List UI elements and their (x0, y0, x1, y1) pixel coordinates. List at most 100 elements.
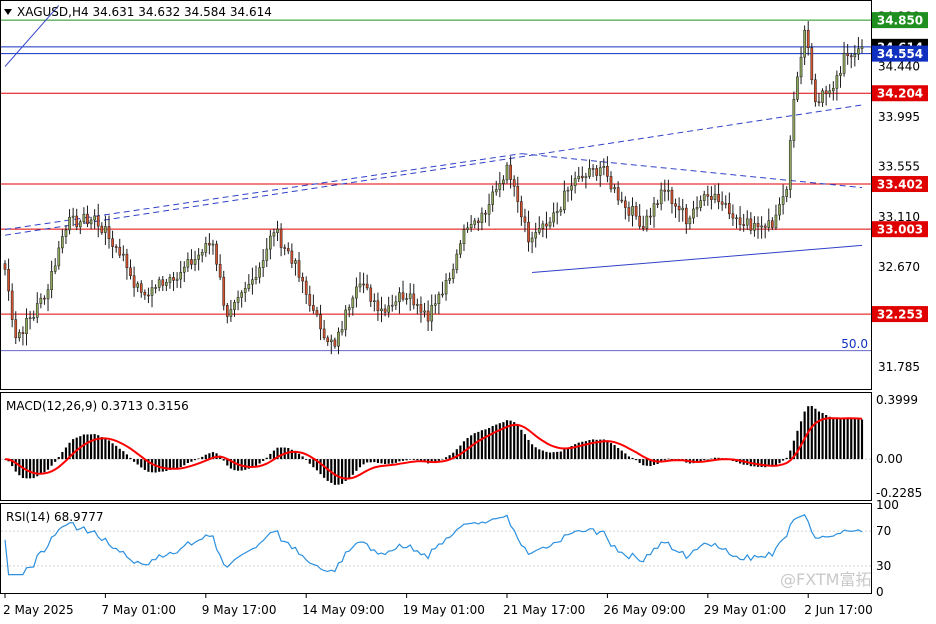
chart-canvas: 34.88034.44033.99533.55533.11032.67032.2… (0, 0, 928, 617)
candle (236, 290, 240, 311)
candle-body (355, 286, 358, 299)
macd-bar (850, 418, 853, 460)
candle (563, 180, 566, 214)
candle (251, 267, 254, 295)
candle-body (68, 216, 71, 231)
price-tick: 33.555 (878, 160, 920, 174)
candle (824, 85, 828, 106)
candle (362, 272, 365, 294)
candle (365, 274, 369, 291)
candle-body (294, 260, 297, 264)
candle-body (369, 287, 373, 302)
candle-body (7, 269, 10, 292)
macd-bar (82, 434, 85, 460)
macd-bar (348, 459, 351, 479)
candle (75, 208, 79, 231)
candle (512, 175, 516, 197)
macd-bar (480, 430, 483, 460)
candle (64, 225, 68, 245)
candle (606, 156, 609, 183)
candle (347, 304, 351, 318)
candle (494, 180, 498, 196)
candle (480, 207, 484, 231)
candle (373, 293, 376, 312)
candle-body (154, 287, 157, 289)
macd-bar (706, 459, 709, 460)
macd-bar (265, 457, 268, 460)
candle-body (172, 277, 175, 281)
candle-body (197, 254, 200, 260)
triangle-down-icon[interactable] (4, 9, 12, 15)
candle-body (297, 260, 301, 278)
candle-body (326, 337, 330, 343)
macd-bar (401, 459, 405, 461)
candle (39, 293, 43, 309)
candle-body (329, 339, 333, 343)
candle (197, 248, 200, 271)
candle (570, 175, 573, 201)
candle (200, 248, 204, 263)
macd-bar (853, 418, 856, 460)
candle (817, 93, 821, 107)
candle-body (380, 308, 383, 312)
candle-body (552, 212, 555, 223)
candle-body (484, 212, 487, 215)
candle-body (613, 187, 616, 190)
candle-body (416, 304, 419, 306)
candle-body (459, 243, 462, 255)
candle (3, 260, 7, 276)
candle-body (412, 293, 416, 306)
macd-tick: 0.3999 (876, 393, 918, 407)
candle-body (276, 228, 279, 233)
fib-label: 50.0 (841, 337, 868, 351)
candle-body (541, 223, 545, 229)
macd-bar (333, 459, 336, 485)
candle (433, 294, 437, 314)
candle (806, 21, 810, 56)
macd-bar (262, 459, 265, 461)
candle-body (477, 220, 480, 223)
macd-bar (631, 457, 634, 460)
macd-bar (545, 451, 548, 460)
watermark-logo: @FXTM富拓 (780, 570, 871, 589)
macd-bar (531, 444, 534, 460)
candle (774, 204, 778, 231)
candle-body (778, 204, 781, 216)
candle (584, 172, 588, 189)
candle (455, 249, 459, 274)
candle (821, 88, 824, 107)
candle (157, 276, 161, 292)
macd-bar (624, 453, 627, 460)
macd-bar (64, 447, 68, 460)
macd-bar (107, 440, 111, 460)
candle (702, 190, 706, 206)
macd-bar (111, 443, 114, 460)
candle (243, 281, 247, 302)
macd-bar (609, 443, 613, 460)
candle (451, 263, 455, 284)
candle-body (290, 250, 294, 264)
candle-body (315, 310, 319, 315)
macd-bar (233, 459, 236, 471)
candle (502, 175, 505, 191)
candle-body (677, 205, 681, 211)
candle-body (193, 259, 197, 265)
macd-bar (857, 419, 860, 460)
candle-body (301, 277, 304, 282)
candle-body (667, 189, 670, 192)
candle-body (304, 280, 308, 295)
candle (208, 233, 211, 255)
candle (695, 196, 699, 218)
macd-bar (258, 459, 261, 464)
macd-bar (782, 459, 785, 461)
candle (7, 258, 10, 301)
macd-bar (828, 416, 831, 460)
macd-bar (136, 459, 139, 465)
candle (491, 185, 494, 212)
candle-body (286, 248, 290, 252)
macd-bar (366, 459, 369, 463)
candle-body (218, 263, 222, 278)
macd-bar (384, 459, 387, 465)
candle (426, 300, 430, 332)
candle (71, 207, 75, 227)
